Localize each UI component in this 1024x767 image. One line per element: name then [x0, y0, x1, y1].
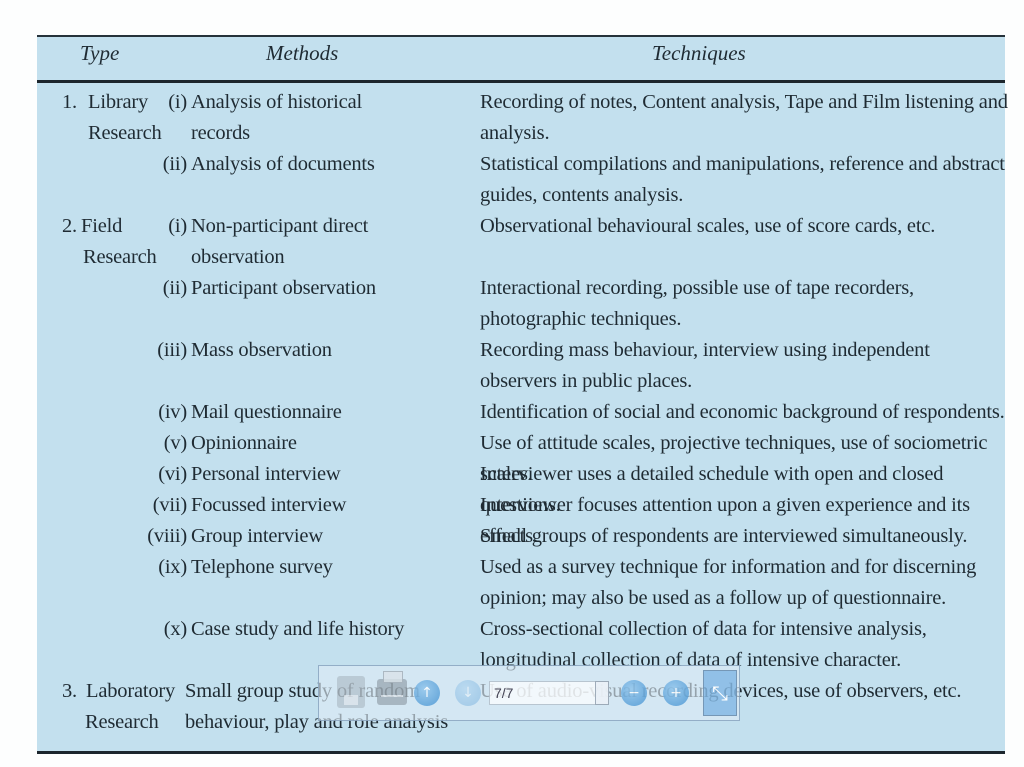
method-label: observation	[191, 246, 285, 268]
technique-text: Used as a survey technique for informati…	[480, 556, 977, 609]
method-label: records	[191, 122, 250, 144]
method-number: (iii)	[157, 339, 187, 361]
method-label: Mass observation	[191, 339, 332, 361]
method-number: (ii)	[162, 153, 187, 175]
type-label: Laboratory	[86, 680, 176, 702]
page-number-value: 7/7	[494, 685, 514, 701]
technique-text: Small groups of respondents are intervie…	[480, 525, 968, 547]
plus-icon[interactable]: +	[663, 680, 689, 706]
print-icon[interactable]	[377, 671, 407, 705]
method-label: Mail questionnaire	[191, 401, 342, 423]
type-label: Library	[88, 91, 149, 113]
method-number: (v)	[163, 432, 188, 454]
method-number: (vi)	[158, 463, 187, 485]
type-label: Research	[85, 711, 159, 733]
type-label: Research	[83, 246, 157, 268]
method-label: Analysis of historical	[191, 91, 362, 113]
exit-fullscreen-icon[interactable]: ⤡	[703, 670, 737, 716]
technique-text: Interactional recording, possible use of…	[480, 277, 914, 330]
viewer-toolbar: ↑ ↓ 7/7 − + ⤡	[318, 665, 740, 721]
minus-icon[interactable]: −	[621, 680, 647, 706]
technique-text: Statistical compilations and manipulatio…	[480, 153, 1005, 206]
technique-text: Recording of notes, Content analysis, Ta…	[480, 91, 1008, 144]
type-label: Field	[81, 215, 123, 237]
type-label: Research	[88, 122, 162, 144]
method-label: Participant observation	[191, 277, 376, 299]
type-number: 2.	[62, 215, 77, 237]
method-label: Personal interview	[191, 463, 341, 485]
method-label: Analysis of documents	[191, 153, 375, 175]
method-label: Opinionnaire	[191, 432, 297, 454]
page-number-input[interactable]: 7/7	[489, 681, 609, 705]
technique-text: Observational behavioural scales, use of…	[480, 215, 936, 237]
header-techniques: Techniques	[652, 41, 746, 65]
method-label: Group interview	[191, 525, 323, 547]
table-header: Type Methods Techniques	[37, 37, 1005, 83]
technique-text: Recording mass behaviour, interview usin…	[480, 339, 930, 392]
method-label: Case study and life history	[191, 618, 405, 640]
method-number: (i)	[168, 91, 187, 113]
page-dropdown-button[interactable]	[595, 681, 609, 705]
type-number: 3.	[62, 680, 77, 702]
method-label: Non-participant direct	[191, 215, 369, 237]
method-number: (vii)	[152, 494, 187, 516]
arrow-down-icon[interactable]: ↓	[455, 680, 481, 706]
header-methods: Methods	[266, 41, 339, 65]
arrow-up-icon[interactable]: ↑	[414, 680, 440, 706]
method-label: Telephone survey	[191, 556, 333, 578]
method-number: (viii)	[147, 525, 187, 547]
research-methods-table: Type Methods Techniques 1. Library Researc…	[37, 35, 1008, 754]
method-number: (ix)	[158, 556, 187, 578]
method-number: (ii)	[162, 277, 187, 299]
method-label: Focussed interview	[191, 494, 347, 516]
type-number: 1.	[62, 91, 77, 113]
save-icon[interactable]	[337, 676, 365, 708]
method-number: (x)	[163, 618, 188, 640]
header-type: Type	[80, 41, 120, 65]
method-number: (i)	[168, 215, 187, 237]
method-number: (iv)	[158, 401, 187, 423]
technique-text: Identification of social and economic ba…	[480, 401, 1005, 423]
